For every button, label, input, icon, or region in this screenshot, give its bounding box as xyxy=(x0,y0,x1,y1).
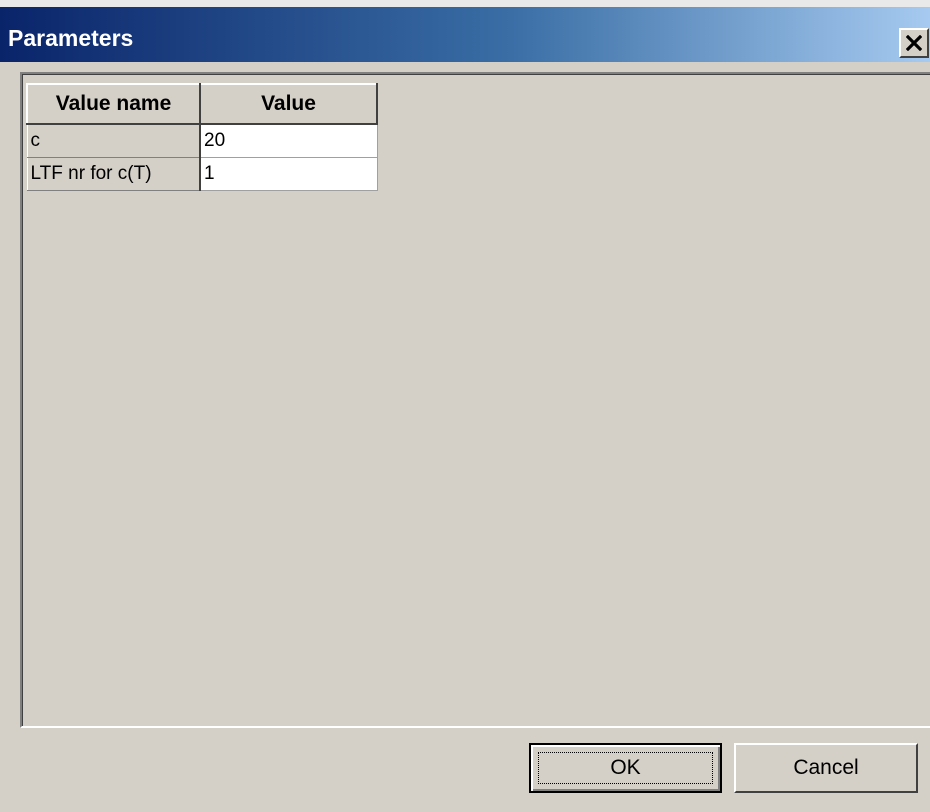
parameters-panel: Value name Value c 20 LTF nr for c(T) 1 xyxy=(20,72,930,728)
title-bar[interactable]: Parameters xyxy=(0,0,930,62)
close-button[interactable] xyxy=(899,28,929,58)
parameters-dialog: Parameters Value name Value c 20 LTF nr … xyxy=(0,0,930,812)
cancel-button-label: Cancel xyxy=(793,756,859,779)
row-value-cell[interactable]: 1 xyxy=(199,156,378,191)
table-row: c 20 xyxy=(26,123,378,158)
row-value-cell[interactable]: 20 xyxy=(199,123,378,158)
column-header-value[interactable]: Value xyxy=(199,83,378,125)
window-title: Parameters xyxy=(8,25,134,51)
column-header-value-name[interactable]: Value name xyxy=(26,83,201,125)
table-row: LTF nr for c(T) 1 xyxy=(26,156,378,191)
ok-button-label: OK xyxy=(610,756,641,779)
close-icon xyxy=(906,35,922,51)
row-name-cell: LTF nr for c(T) xyxy=(26,156,201,191)
table-header-row: Value name Value xyxy=(26,83,378,125)
row-name-cell: c xyxy=(26,123,201,158)
panel-inner-border: Value name Value c 20 LTF nr for c(T) 1 xyxy=(22,74,930,726)
cancel-button[interactable]: Cancel xyxy=(734,743,918,793)
ok-button[interactable]: OK xyxy=(529,743,722,793)
parameters-table: Value name Value c 20 LTF nr for c(T) 1 xyxy=(26,83,378,191)
